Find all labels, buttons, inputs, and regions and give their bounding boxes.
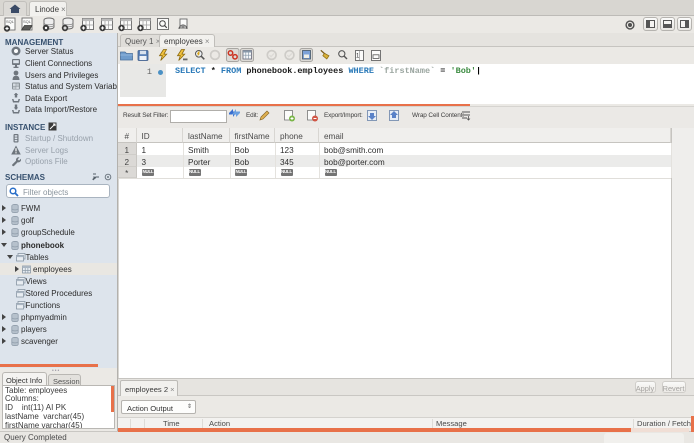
- svg-text:SQL: SQL: [6, 19, 15, 24]
- svg-text:SQL: SQL: [23, 19, 32, 24]
